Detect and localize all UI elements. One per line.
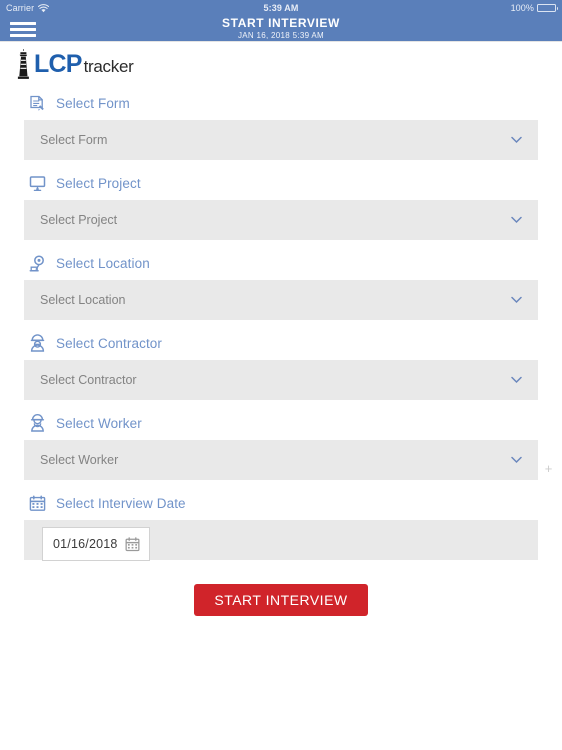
field-label-select-location: Select Location xyxy=(56,255,150,271)
select-form-dropdown[interactable]: Select Form xyxy=(24,120,538,160)
label-row-interview-date: Select Interview Date xyxy=(24,486,538,520)
interview-date-input[interactable]: 01/16/2018 xyxy=(42,527,150,561)
field-label-select-contractor: Select Contractor xyxy=(56,335,162,351)
map-pin-icon xyxy=(28,254,47,273)
select-location-value: Select Location xyxy=(40,293,126,307)
field-label-select-form: Select Form xyxy=(56,95,130,111)
contractor-worker-icon xyxy=(28,333,47,353)
app-screen: Carrier 5:39 AM 100% START INTERVIEW JAN… xyxy=(0,0,562,750)
field-group-select-project: Select Project Select Project xyxy=(24,166,538,240)
projector-screen-icon xyxy=(28,174,47,193)
field-group-interview-date: Select Interview Date 01/16/2018 xyxy=(24,486,538,561)
chevron-down-icon xyxy=(511,376,522,384)
chevron-down-icon xyxy=(511,216,522,224)
select-location-dropdown[interactable]: Select Location xyxy=(24,280,538,320)
select-worker-value: Select Worker xyxy=(40,453,119,467)
document-pencil-icon xyxy=(28,94,47,113)
status-bar-time: 5:39 AM xyxy=(263,3,299,13)
field-label-select-worker: Select Worker xyxy=(56,415,142,431)
brand-logo: LCP tracker xyxy=(0,42,562,86)
navigation-bar: START INTERVIEW JAN 16, 2018 5:39 AM xyxy=(0,16,562,42)
chevron-down-icon xyxy=(511,296,522,304)
field-group-select-form: Select Form Select Form xyxy=(24,86,538,160)
field-group-select-contractor: Select Contractor Select Contractor xyxy=(24,326,538,400)
page-title: START INTERVIEW xyxy=(222,16,340,30)
battery-full-icon xyxy=(537,4,558,12)
label-row-select-worker: Select Worker xyxy=(24,406,538,440)
submit-row: START INTERVIEW xyxy=(24,560,538,616)
select-project-dropdown[interactable]: Select Project xyxy=(24,200,538,240)
select-worker-dropdown[interactable]: Select Worker xyxy=(24,440,538,480)
calendar-picker-icon[interactable] xyxy=(124,536,141,553)
status-bar-right: 100% xyxy=(510,3,558,13)
select-form-value: Select Form xyxy=(40,133,108,147)
label-row-select-location: Select Location xyxy=(24,246,538,280)
page-subtitle: JAN 16, 2018 5:39 AM xyxy=(237,31,325,40)
label-row-select-contractor: Select Contractor xyxy=(24,326,538,360)
lighthouse-icon xyxy=(17,49,29,79)
logo-primary-text: LCP xyxy=(34,49,82,78)
plus-marker-icon: + xyxy=(544,461,553,476)
chevron-down-icon xyxy=(511,456,522,464)
field-label-select-project: Select Project xyxy=(56,175,141,191)
logo-secondary-text: tracker xyxy=(83,56,134,76)
interview-date-value: 01/16/2018 xyxy=(53,537,118,551)
interview-form: Select Form Select Form Select Project S… xyxy=(0,86,562,616)
select-contractor-dropdown[interactable]: Select Contractor xyxy=(24,360,538,400)
battery-percent-label: 100% xyxy=(510,3,534,13)
calendar-icon xyxy=(28,494,47,513)
field-label-interview-date: Select Interview Date xyxy=(56,495,186,511)
label-row-select-form: Select Form xyxy=(24,86,538,120)
start-interview-button[interactable]: START INTERVIEW xyxy=(194,584,368,616)
nav-title-block: START INTERVIEW JAN 16, 2018 5:39 AM xyxy=(0,16,562,41)
worker-hardhat-icon xyxy=(28,413,47,433)
chevron-down-icon xyxy=(511,136,522,144)
select-project-value: Select Project xyxy=(40,213,118,227)
ios-status-bar: Carrier 5:39 AM 100% xyxy=(0,0,562,16)
field-group-select-location: Select Location Select Location xyxy=(24,246,538,320)
select-contractor-value: Select Contractor xyxy=(40,373,137,387)
label-row-select-project: Select Project xyxy=(24,166,538,200)
field-group-select-worker: Select Worker Select Worker xyxy=(24,406,538,480)
interview-date-row: 01/16/2018 xyxy=(24,520,538,561)
